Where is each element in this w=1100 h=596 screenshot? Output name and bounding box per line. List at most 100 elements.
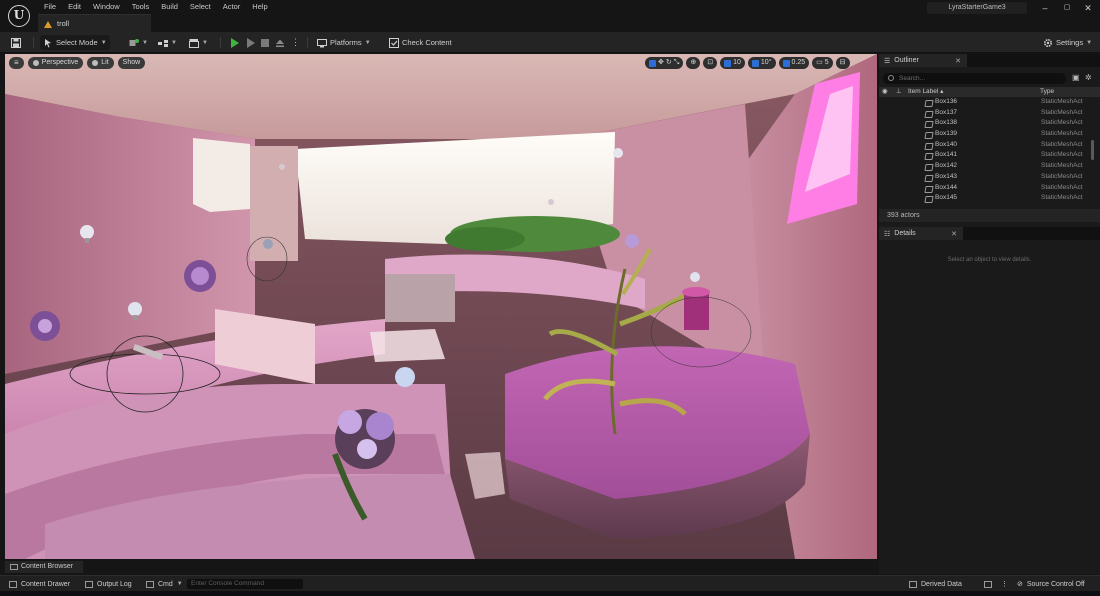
- play-options-button[interactable]: ⋮: [288, 35, 303, 50]
- outliner-tab[interactable]: ☰ Outliner ✕: [879, 54, 967, 67]
- list-item[interactable]: Box141 StaticMeshAct: [879, 150, 1100, 161]
- viewport-options-button[interactable]: ≡: [9, 57, 24, 69]
- console-command-input[interactable]: Enter Console Command: [187, 579, 303, 589]
- view-mode-button[interactable]: Lit: [87, 57, 114, 69]
- taskbar-strip: [0, 591, 1100, 596]
- revision-control-button[interactable]: [980, 578, 996, 590]
- cinematics-button[interactable]: ▼: [186, 35, 211, 50]
- settings-dropdown[interactable]: Settings ▼: [1040, 35, 1095, 50]
- scale-snap-button[interactable]: 0.25: [778, 57, 810, 69]
- more-options-icon: ⋮: [1001, 581, 1008, 588]
- perspective-label: Perspective: [41, 59, 79, 66]
- play-icon: [231, 37, 239, 48]
- content-browser-icon: [10, 564, 18, 570]
- add-content-button[interactable]: ▼: [126, 35, 151, 50]
- content-drawer-button[interactable]: Content Drawer: [5, 578, 74, 590]
- content-browser-tab[interactable]: Content Browser: [5, 561, 83, 573]
- maximize-viewport-button[interactable]: ⊟: [835, 57, 850, 69]
- status-bar: Content Drawer Output Log Cmd ▼ Enter Co…: [0, 575, 1100, 591]
- grid-snap-button[interactable]: 10: [720, 57, 745, 69]
- add-actor-icon: [129, 38, 139, 48]
- check-content-button[interactable]: Check Content: [386, 35, 455, 50]
- close-button[interactable]: ✕: [1081, 2, 1095, 14]
- select-mode-icon: [43, 38, 53, 48]
- advance-frame-button[interactable]: [244, 35, 258, 50]
- source-control-button[interactable]: ⊘ Source Control Off: [1013, 578, 1089, 590]
- close-icon[interactable]: ✕: [955, 57, 961, 65]
- list-item[interactable]: Box138 StaticMeshAct: [879, 118, 1100, 129]
- viewport-right-controls: ✥ ↻ ⤡ ⊕ ⊡ 10 10° 0.25 ▭ 5 ⊟: [645, 57, 850, 69]
- stop-button[interactable]: [258, 35, 272, 50]
- gear-icon[interactable]: ✲: [1085, 73, 1092, 82]
- outliner-scrollbar[interactable]: [1091, 140, 1094, 160]
- surface-snapping-button[interactable]: ⊡: [703, 57, 718, 69]
- surface-snap-icon: ⊡: [707, 59, 714, 66]
- list-item[interactable]: Box145 StaticMeshAct: [879, 193, 1100, 204]
- chevron-down-icon: ▼: [202, 39, 208, 46]
- globe-icon: ⊕: [690, 59, 697, 66]
- menu-window[interactable]: Window: [87, 2, 126, 14]
- play-button[interactable]: [228, 35, 242, 50]
- step-icon: [247, 37, 255, 48]
- level-viewport[interactable]: ≡ Perspective Lit Show ✥ ↻ ⤡ ⊕ ⊡ 10 10° …: [5, 54, 877, 559]
- eject-button[interactable]: [272, 35, 288, 50]
- menu-select[interactable]: Select: [184, 2, 217, 14]
- details-tab[interactable]: ☷ Details ✕: [879, 227, 963, 240]
- unreal-logo[interactable]: U: [8, 5, 30, 27]
- list-item[interactable]: Box140 StaticMeshAct: [879, 140, 1100, 151]
- menu-help[interactable]: Help: [246, 2, 273, 14]
- folder-icon[interactable]: ▣: [1072, 73, 1080, 82]
- source-control-label: Source Control Off: [1026, 580, 1085, 588]
- outliner-search-input[interactable]: Search...: [883, 73, 1066, 84]
- maximize-button[interactable]: ▢: [1060, 2, 1074, 14]
- camera-speed-button[interactable]: ▭ 5: [812, 57, 833, 69]
- item-label-column[interactable]: Item Label ▴: [908, 87, 943, 97]
- platforms-dropdown[interactable]: Platforms ▼: [314, 35, 374, 50]
- list-item[interactable]: Box144 StaticMeshAct: [879, 183, 1100, 194]
- move-tool-icon: ✥: [658, 59, 664, 66]
- cmd-dropdown[interactable]: Cmd ▼: [142, 578, 187, 590]
- coordinate-system-button[interactable]: ⊕: [686, 57, 701, 69]
- type-column[interactable]: Type: [1040, 87, 1054, 97]
- menu-actor[interactable]: Actor: [217, 2, 247, 14]
- scale-snap-value: 0.25: [791, 59, 806, 66]
- console-placeholder: Enter Console Command: [191, 580, 264, 587]
- list-item[interactable]: Box142 StaticMeshAct: [879, 161, 1100, 172]
- output-log-button[interactable]: Output Log: [81, 578, 136, 590]
- clapper-icon: [189, 38, 199, 48]
- grid-snap-value: 10: [733, 59, 741, 66]
- list-item[interactable]: Box137 StaticMeshAct: [879, 108, 1100, 119]
- level-tab[interactable]: troll: [38, 14, 151, 32]
- select-mode-dropdown[interactable]: Select Mode ▼: [40, 35, 110, 50]
- blueprint-button[interactable]: ▼: [155, 35, 180, 50]
- menu-edit[interactable]: Edit: [62, 2, 87, 14]
- chevron-down-icon: ▼: [1086, 39, 1093, 46]
- derived-data-button[interactable]: Derived Data: [905, 578, 966, 590]
- menu-bar: File Edit Window Tools Build Select Acto…: [38, 2, 274, 14]
- revision-icon: [984, 580, 992, 588]
- perspective-button[interactable]: Perspective: [27, 57, 84, 69]
- menu-build[interactable]: Build: [155, 2, 184, 14]
- transform-tools[interactable]: ✥ ↻ ⤡: [645, 57, 684, 69]
- menu-tools[interactable]: Tools: [126, 2, 156, 14]
- menu-file[interactable]: File: [38, 2, 62, 14]
- list-item[interactable]: Box136 StaticMeshAct: [879, 97, 1100, 108]
- pin-icon[interactable]: ⊥: [896, 87, 902, 97]
- close-icon[interactable]: ✕: [951, 230, 957, 238]
- cmd-label: Cmd: [158, 580, 173, 588]
- rotation-snap-button[interactable]: 10°: [747, 57, 776, 69]
- show-button[interactable]: Show: [117, 57, 146, 69]
- list-item[interactable]: Box143 StaticMeshAct: [879, 172, 1100, 183]
- settings-label: Settings: [1056, 38, 1084, 47]
- outliner-list: Box136 StaticMeshAct Box137 StaticMeshAct …: [879, 97, 1100, 207]
- scene-render[interactable]: [5, 54, 877, 559]
- platforms-icon: [317, 38, 327, 48]
- source-control-icon: ⊘: [1017, 581, 1023, 588]
- visibility-icon[interactable]: ◉: [882, 87, 888, 97]
- list-item[interactable]: Box139 StaticMeshAct: [879, 129, 1100, 140]
- rotation-snap-value: 10°: [760, 59, 772, 66]
- minimize-button[interactable]: –: [1038, 2, 1052, 14]
- save-button[interactable]: [8, 35, 24, 50]
- lit-icon: [92, 60, 99, 66]
- more-options-button[interactable]: ⋮: [997, 578, 1012, 590]
